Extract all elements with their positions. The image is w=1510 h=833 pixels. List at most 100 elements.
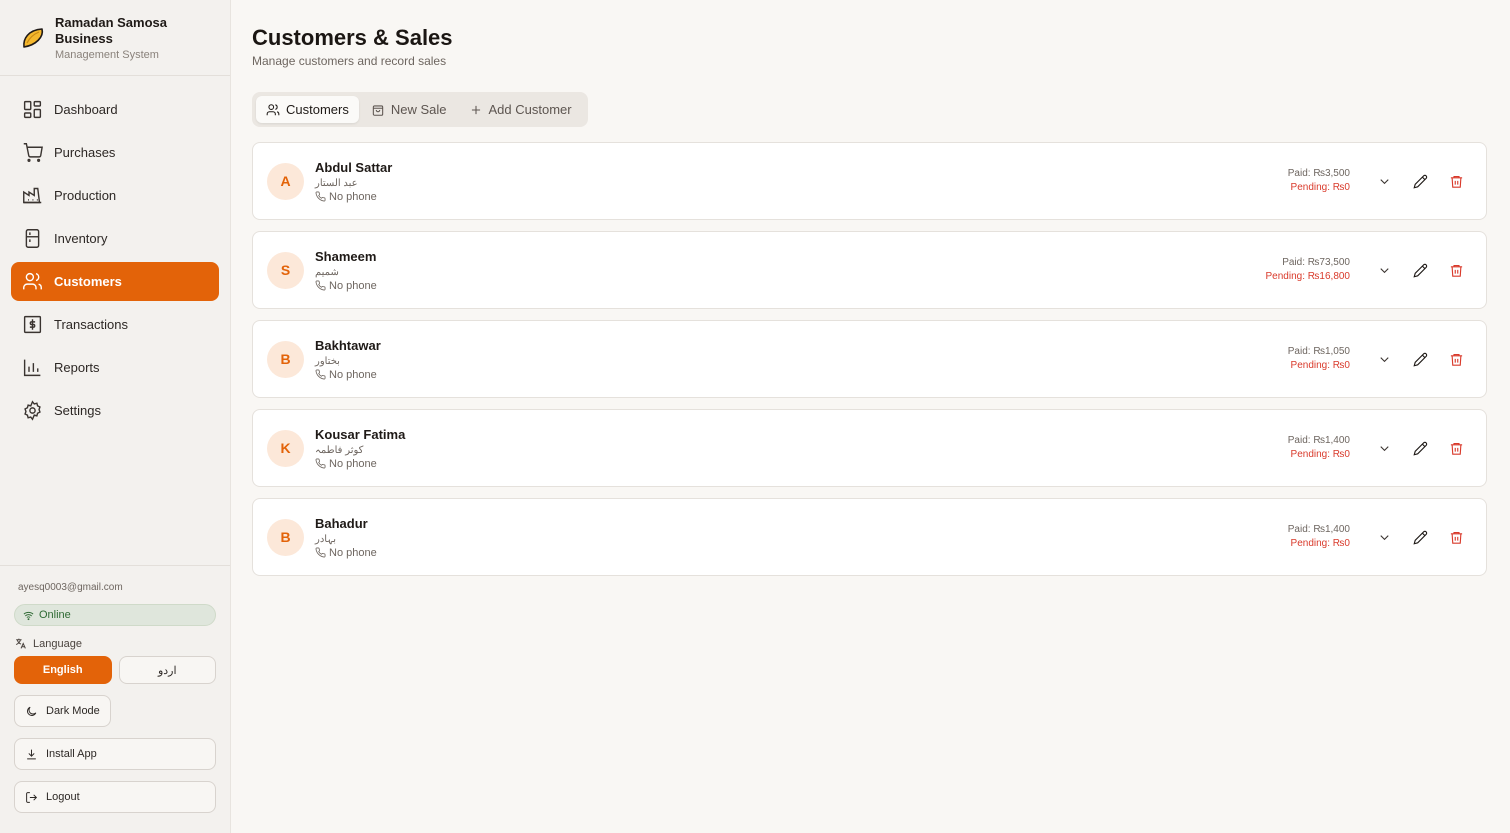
avatar: B: [267, 340, 304, 378]
users-icon: [23, 272, 42, 290]
install-app-label: Install App: [46, 748, 97, 760]
customer-phone: No phone: [315, 280, 1266, 292]
paid-amount: Paid: ₨1,400: [1287, 435, 1350, 446]
edit-button[interactable]: [1404, 254, 1436, 286]
tab-customers[interactable]: Customers: [256, 96, 359, 123]
pending-amount: Pending: ₨0: [1290, 182, 1350, 193]
avatar: S: [267, 251, 304, 289]
avatar: B: [267, 518, 304, 556]
logout-button[interactable]: Logout: [14, 781, 216, 813]
expand-button[interactable]: [1368, 343, 1400, 375]
users-icon: [266, 103, 280, 115]
customer-card[interactable]: S Shameem شمیم No phone Paid: ₨73,500 Pe…: [252, 231, 1487, 309]
phone-icon: [315, 280, 326, 291]
tab-bar: Customers New Sale Add Customer: [252, 92, 588, 127]
language-urdu-button[interactable]: اردو: [118, 656, 216, 684]
customer-name: Abdul Sattar: [315, 159, 393, 175]
customer-phone-text: No phone: [329, 190, 377, 203]
expand-button[interactable]: [1368, 432, 1400, 464]
paid-amount: Paid: ₨3,500: [1287, 168, 1350, 179]
customer-urdu-name: عبد الستار: [315, 177, 358, 189]
paid-amount: Paid: ₨73,500: [1282, 257, 1350, 268]
edit-button[interactable]: [1404, 343, 1436, 375]
sidebar-item-label: Settings: [54, 403, 101, 418]
dashboard-icon: [23, 100, 42, 119]
translate-icon: [15, 638, 26, 649]
tab-label: New Sale: [390, 102, 447, 117]
sidebar-item-transactions[interactable]: Transactions: [11, 305, 219, 344]
chevron-down-icon: [1379, 445, 1389, 451]
sidebar-item-reports[interactable]: Reports: [11, 348, 219, 387]
language-label: Language: [14, 637, 216, 650]
user-email: ayesq0003@gmail.com: [18, 582, 123, 593]
expand-button[interactable]: [1368, 165, 1400, 197]
sidebar-item-dashboard[interactable]: Dashboard: [11, 90, 219, 129]
customer-card[interactable]: B Bakhtawar بختاور No phone Paid: ₨1,050…: [252, 320, 1487, 398]
sidebar-item-settings[interactable]: Settings: [11, 391, 219, 430]
customer-urdu-name: بہادر: [315, 533, 336, 545]
phone-icon: [315, 191, 326, 202]
wifi-icon: [23, 611, 34, 620]
expand-button[interactable]: [1368, 521, 1400, 553]
sidebar-item-label: Dashboard: [54, 102, 118, 117]
phone-icon: [315, 369, 326, 380]
delete-button[interactable]: [1440, 432, 1472, 464]
tab-new-sale[interactable]: New Sale: [361, 96, 457, 123]
edit-button[interactable]: [1404, 165, 1436, 197]
sidebar-nav: Dashboard Purchases Production Inventory…: [0, 76, 230, 430]
cart-icon: [23, 143, 43, 162]
fridge-icon: [25, 229, 40, 248]
language-english-button[interactable]: English: [14, 656, 112, 684]
sidebar-item-label: Purchases: [54, 145, 116, 160]
tab-add-customer[interactable]: Add Customer: [459, 96, 582, 123]
sidebar-footer: ayesq0003@gmail.com Online Language Engl…: [0, 565, 230, 813]
install-app-button[interactable]: Install App: [14, 738, 216, 770]
brand-title: Ramadan Samosa Business: [55, 15, 167, 46]
customer-urdu-name: شمیم: [315, 266, 339, 278]
customer-phone: No phone: [315, 547, 1288, 559]
delete-button[interactable]: [1440, 254, 1472, 286]
customer-phone-text: No phone: [329, 279, 377, 292]
plus-icon: [471, 105, 480, 114]
dark-mode-button[interactable]: Dark Mode: [14, 695, 111, 727]
customer-card[interactable]: K Kousar Fatima کوثر فاطمہ No phone Paid…: [252, 409, 1487, 487]
customer-name: Bahadur: [315, 515, 368, 531]
customer-name: Shameem: [315, 248, 377, 264]
pencil-icon: [1412, 263, 1427, 278]
delete-button[interactable]: [1440, 521, 1472, 553]
expand-button[interactable]: [1368, 254, 1400, 286]
logout-icon: [26, 791, 38, 803]
pencil-icon: [1412, 441, 1427, 456]
pending-amount: Pending: ₨16,800: [1265, 271, 1350, 282]
customer-phone: No phone: [315, 191, 1288, 203]
pencil-icon: [1412, 530, 1427, 545]
customer-card[interactable]: B Bahadur بہادر No phone Paid: ₨1,400 Pe…: [252, 498, 1487, 576]
factory-icon: [23, 187, 42, 204]
dollar-icon: [23, 315, 42, 334]
delete-button[interactable]: [1440, 165, 1472, 197]
customer-phone-text: No phone: [329, 546, 377, 559]
phone-icon: [315, 458, 326, 469]
sidebar-item-production[interactable]: Production: [11, 176, 219, 215]
online-status-badge: Online: [14, 604, 216, 626]
samosa-icon: [23, 28, 44, 48]
customer-phone-text: No phone: [329, 368, 377, 381]
tab-label: Customers: [286, 102, 349, 117]
sidebar-item-purchases[interactable]: Purchases: [11, 133, 219, 172]
avatar: K: [267, 429, 304, 467]
phone-icon: [315, 547, 326, 558]
edit-button[interactable]: [1404, 521, 1436, 553]
avatar: A: [267, 162, 304, 200]
tab-label: Add Customer: [488, 102, 572, 117]
edit-button[interactable]: [1404, 432, 1436, 464]
gear-icon: [24, 400, 41, 421]
paid-amount: Paid: ₨1,400: [1287, 524, 1350, 535]
language-label-text: Language: [33, 637, 82, 650]
delete-button[interactable]: [1440, 343, 1472, 375]
pending-amount: Pending: ₨0: [1290, 449, 1350, 460]
customer-name: Kousar Fatima: [315, 426, 406, 442]
sidebar-item-label: Production: [54, 188, 117, 203]
sidebar-item-inventory[interactable]: Inventory: [11, 219, 219, 258]
sidebar-item-customers[interactable]: Customers: [11, 262, 219, 301]
customer-card[interactable]: A Abdul Sattar عبد الستار No phone Paid:…: [252, 142, 1487, 220]
